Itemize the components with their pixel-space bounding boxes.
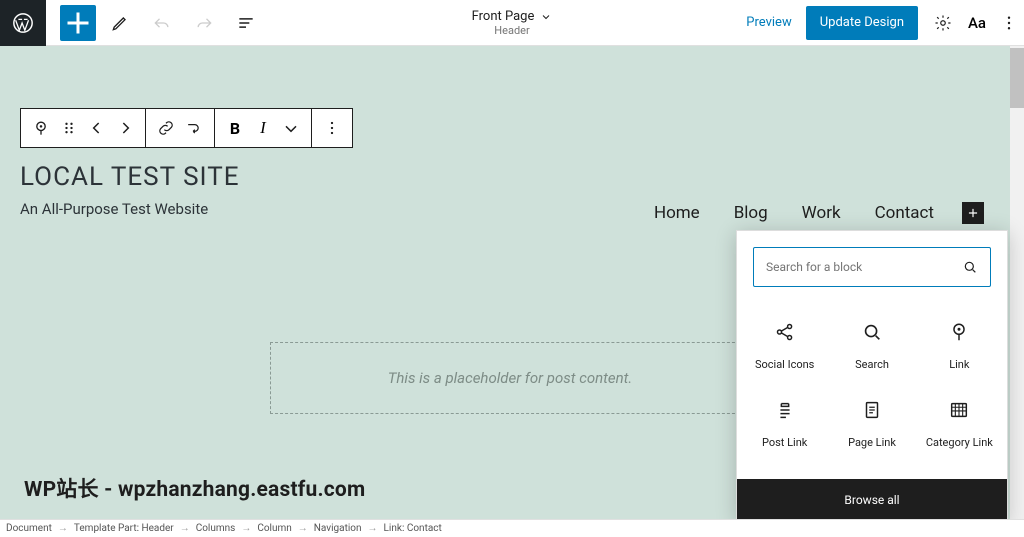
- undo-icon: [152, 13, 172, 33]
- inserter-item-pagelink[interactable]: Page Link: [828, 385, 915, 463]
- redo-icon: [194, 13, 214, 33]
- breadcrumb-separator: →: [298, 523, 308, 534]
- chevron-down-icon: [540, 11, 552, 23]
- breadcrumb: Document → Template Part: Header → Columns → C…: [0, 519, 1024, 537]
- inserter-item-label: Social Icons: [755, 358, 814, 371]
- inserter-item-label: Search: [855, 358, 889, 371]
- gear-icon: [934, 14, 952, 32]
- browse-all-button[interactable]: Browse all: [737, 479, 1007, 519]
- breadcrumb-separator: →: [180, 523, 190, 534]
- catlink-icon: [948, 399, 970, 424]
- submenu-icon: [184, 118, 204, 138]
- update-design-button[interactable]: Update Design: [806, 6, 918, 40]
- settings-button[interactable]: [926, 6, 960, 40]
- block-type-button[interactable]: [27, 114, 55, 142]
- watermark-text: WP站长 - wpzhanzhang.eastfu.com: [24, 473, 365, 503]
- inserter-item-postlink[interactable]: Post Link: [741, 385, 828, 463]
- kebab-icon: [1000, 14, 1018, 32]
- pencil-icon: [110, 13, 130, 33]
- inserter-item-label: Post Link: [762, 436, 807, 449]
- inserter-item-label: Category Link: [926, 436, 993, 449]
- breadcrumb-separator: →: [58, 523, 68, 534]
- kebab-icon: [322, 118, 342, 138]
- wordpress-logo[interactable]: [0, 0, 46, 46]
- document-title-button[interactable]: Front Page: [472, 9, 553, 24]
- move-right-button[interactable]: [111, 114, 139, 142]
- pin-icon: [31, 118, 51, 138]
- bold-button[interactable]: B: [221, 114, 249, 142]
- italic-button[interactable]: I: [249, 114, 277, 142]
- site-title[interactable]: LOCAL TEST SITE: [20, 162, 990, 192]
- share-icon: [774, 321, 796, 346]
- post-content-placeholder[interactable]: This is a placeholder for post content.: [270, 342, 750, 414]
- navigation-menu: Home Blog Work Contact: [654, 202, 984, 224]
- breadcrumb-item[interactable]: Columns: [196, 523, 236, 534]
- breadcrumb-item[interactable]: Link: Contact: [384, 523, 442, 534]
- inserter-item-search[interactable]: Search: [828, 307, 915, 385]
- nav-add-button[interactable]: [962, 202, 984, 224]
- breadcrumb-item[interactable]: Column: [257, 523, 291, 534]
- more-rich-button[interactable]: [277, 114, 305, 142]
- search-icon: [962, 259, 978, 275]
- styles-button[interactable]: Aa: [960, 6, 994, 40]
- preview-button[interactable]: Preview: [732, 15, 805, 30]
- nav-item-work[interactable]: Work: [802, 203, 841, 223]
- link-icon: [156, 118, 176, 138]
- inserter-search-wrap: [753, 247, 991, 287]
- page-title: Front Page: [472, 9, 535, 24]
- drag-handle[interactable]: [55, 114, 83, 142]
- wordpress-icon: [12, 12, 34, 34]
- inserter-item-share[interactable]: Social Icons: [741, 307, 828, 385]
- inserter-item-label: Page Link: [848, 436, 896, 449]
- block-inserter-popover: Social Icons Search Link Post Link Page Link…: [736, 230, 1008, 519]
- link-button[interactable]: [152, 114, 180, 142]
- nav-item-contact[interactable]: Contact: [875, 203, 934, 223]
- drag-icon: [59, 118, 79, 138]
- breadcrumb-item[interactable]: Template Part: Header: [74, 523, 174, 534]
- list-view-button[interactable]: [228, 5, 264, 41]
- outline-icon: [236, 13, 256, 33]
- search-icon: [861, 321, 883, 346]
- breadcrumb-separator: →: [241, 523, 251, 534]
- scrollbar-thumb[interactable]: [1010, 48, 1024, 108]
- redo-button[interactable]: [186, 5, 222, 41]
- add-block-button[interactable]: [60, 5, 96, 41]
- nav-item-blog[interactable]: Blog: [734, 203, 768, 223]
- plus-icon: [966, 206, 980, 220]
- chevron-down-icon: [281, 118, 301, 138]
- undo-button[interactable]: [144, 5, 180, 41]
- more-options-button[interactable]: [994, 14, 1024, 32]
- move-left-button[interactable]: [83, 114, 111, 142]
- block-more-button[interactable]: [318, 114, 346, 142]
- breadcrumb-separator: →: [368, 523, 378, 534]
- chevron-left-icon: [87, 118, 107, 138]
- pagelink-icon: [861, 399, 883, 424]
- chevron-right-icon: [115, 118, 135, 138]
- template-part-label: Header: [494, 24, 529, 37]
- inserter-search-input[interactable]: [766, 260, 962, 274]
- postlink-icon: [774, 399, 796, 424]
- submenu-button[interactable]: [180, 114, 208, 142]
- editor-canvas-wrap: B I LOCAL TEST SITE An All-Purpose Test …: [0, 46, 1024, 519]
- plus-icon: [60, 5, 96, 41]
- inserter-item-label: Link: [949, 358, 969, 371]
- top-toolbar: Front Page Header Preview Update Design …: [0, 0, 1024, 46]
- nav-item-home[interactable]: Home: [654, 203, 700, 223]
- block-toolbar: B I: [20, 108, 353, 148]
- inserter-item-catlink[interactable]: Category Link: [916, 385, 1003, 463]
- breadcrumb-item[interactable]: Navigation: [314, 523, 362, 534]
- vertical-scrollbar[interactable]: [1010, 46, 1024, 519]
- edit-mode-button[interactable]: [102, 5, 138, 41]
- link-icon: [948, 321, 970, 346]
- inserter-item-link[interactable]: Link: [916, 307, 1003, 385]
- breadcrumb-item[interactable]: Document: [6, 523, 52, 534]
